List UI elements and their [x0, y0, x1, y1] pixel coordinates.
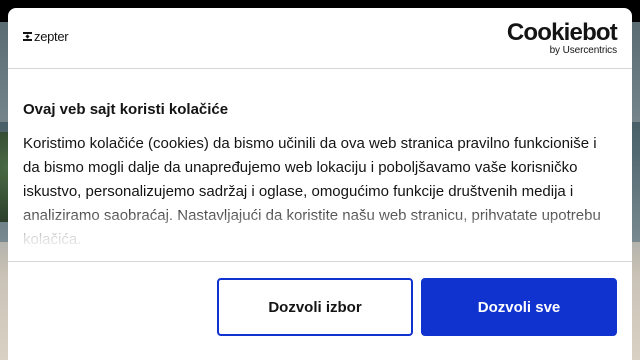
zepter-logo: zepter: [23, 28, 69, 44]
cookiebot-logo-text: Cookiebot: [506, 19, 618, 46]
zepter-logo-text: zepter: [34, 28, 69, 44]
scroll-fade: [8, 203, 632, 261]
allow-selection-button[interactable]: Dozvoli izbor: [217, 278, 413, 336]
dialog-body[interactable]: Ovaj veb sajt koristi kolačiće Koristimo…: [8, 69, 632, 261]
dialog-title: Ovaj veb sajt koristi kolačiće: [23, 101, 229, 118]
dialog-header: zepter Cookiebot by Usercentrics: [8, 8, 632, 69]
dialog-footer: Dozvoli izbor Dozvoli sve: [8, 262, 632, 360]
cookiebot-logo: Cookiebot by Usercentrics: [506, 19, 618, 57]
cookiebot-logo-subtext: by Usercentrics: [549, 45, 618, 56]
allow-all-button[interactable]: Dozvoli sve: [421, 278, 617, 336]
zepter-mark-icon: [23, 31, 32, 41]
cookie-consent-dialog: zepter Cookiebot by Usercentrics Ovaj ve…: [8, 8, 632, 360]
